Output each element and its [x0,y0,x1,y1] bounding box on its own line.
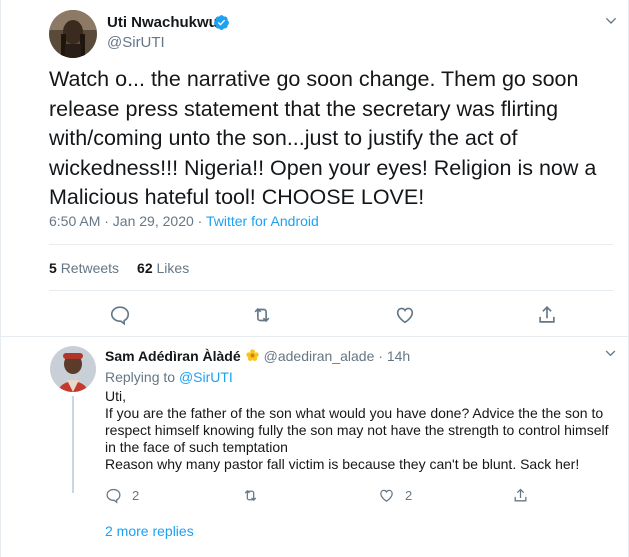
chevron-down-icon[interactable] [603,13,619,29]
verified-icon [214,15,229,30]
replying-prefix: Replying to [105,369,179,385]
retweets-stat[interactable]: 5 Retweets [49,260,119,276]
retweet-icon[interactable] [251,304,273,326]
avatar[interactable] [50,346,96,392]
retweets-count: 5 [49,260,57,276]
tweet-detail-panel: Uti Nwachukwu @SirUTI Watch o... the nar… [0,0,629,557]
reply-author-handle[interactable]: @adediran_alade [264,348,375,364]
chevron-down-icon[interactable] [603,346,618,361]
share-icon [514,488,527,501]
avatar[interactable] [49,10,97,58]
thread-line [72,396,74,493]
replying-to: Replying to @SirUTI [105,369,233,385]
more-replies-link[interactable]: 2 more replies [105,523,194,539]
meta-separator: · [374,348,387,364]
retweet-icon [244,489,257,501]
timestamp[interactable]: 6:50 AM · Jan 29, 2020 [49,213,194,229]
like-count: 2 [405,487,413,503]
share-icon[interactable] [536,304,558,326]
like-icon [380,489,393,502]
reply-icon[interactable] [109,304,131,326]
engagement-stats: 5 Retweets 62 Likes [49,260,189,276]
reply-line: Reason why many pastor fall victim is be… [105,456,580,472]
meta-separator: · [193,213,206,229]
divider [49,244,613,245]
like-icon[interactable] [394,304,416,326]
divider [49,290,613,291]
source-link[interactable]: Twitter for Android [206,213,319,229]
author-name[interactable]: Uti Nwachukwu [107,14,218,31]
reply-line: If you are the father of the son what wo… [105,405,609,455]
reply-line: Uti, [105,388,126,404]
reply-like-button[interactable]: 2 [378,486,412,504]
retweets-label: Retweets [60,260,120,276]
likes-stat[interactable]: 62 Likes [137,260,189,276]
tweet-meta: 6:50 AM · Jan 29, 2020 · Twitter for And… [49,213,319,229]
tweet-text: Watch o... the narrative go soon change.… [49,67,597,209]
flower-icon [245,349,259,361]
reply-time[interactable]: 14h [387,348,410,364]
divider [1,336,629,337]
reply-share-button[interactable] [512,486,529,504]
reply-text: Uti, If you are the father of the son wh… [105,388,615,473]
replying-to-link[interactable]: @SirUTI [179,369,233,385]
reply-author-name[interactable]: Sam Adédìran Àlàdé [105,348,241,364]
reply-header: Sam Adédìran Àlàdé @adediran_alade · 14h [105,348,410,364]
likes-count: 62 [137,260,153,276]
reply-icon [106,488,121,504]
reply-retweet-button[interactable] [242,486,259,504]
reply-reply-button[interactable]: 2 [105,486,139,504]
likes-label: Likes [156,260,190,276]
author-handle[interactable]: @SirUTI [107,34,165,51]
reply-count: 2 [132,487,140,503]
